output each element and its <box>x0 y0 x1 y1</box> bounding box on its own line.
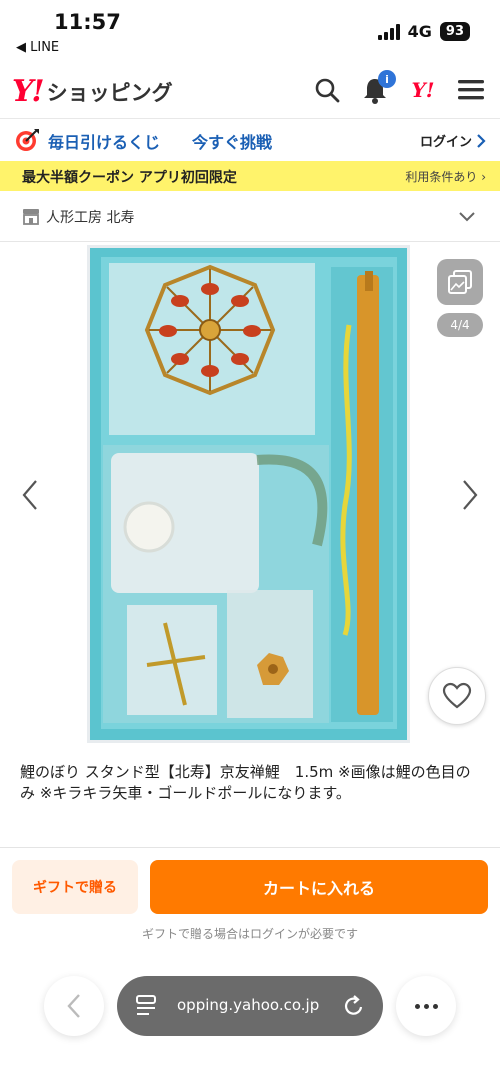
gift-login-note: ギフトで贈る場合はログインが必要です <box>141 927 358 941</box>
image-counter: 4/4 <box>437 313 483 337</box>
search-icon[interactable] <box>312 74 342 106</box>
product-image[interactable] <box>87 245 410 743</box>
status-indicators: 4G 93 <box>377 22 470 41</box>
chevron-left-icon <box>22 480 37 510</box>
tabs-icon[interactable] <box>135 994 157 1022</box>
logo-text: ショッピング <box>46 80 173 105</box>
yahoo-logo-icon[interactable]: Y! <box>408 74 438 106</box>
previous-image-button[interactable] <box>18 475 42 515</box>
dot <box>432 1003 438 1009</box>
bell-icon[interactable]: i <box>360 70 396 106</box>
dot <box>423 1003 429 1009</box>
yahoo-logo-mark: Y! <box>12 74 45 109</box>
favorite-button[interactable] <box>428 667 486 725</box>
header-icons: i Y! <box>312 70 486 106</box>
target-icon <box>14 128 40 156</box>
next-image-button[interactable] <box>458 475 482 515</box>
gift-button[interactable]: ギフトで贈る <box>12 860 138 914</box>
status-bar: 11:57 ◀ LINE 4G 93 <box>0 0 500 66</box>
reload-icon[interactable] <box>343 994 365 1022</box>
login-link[interactable]: ログイン <box>420 131 486 150</box>
browser-back-button[interactable] <box>44 976 104 1036</box>
menu-icon[interactable] <box>456 74 486 106</box>
chevron-left-icon <box>67 994 80 1018</box>
coupon-banner[interactable]: 最大半額クーポン アプリ初回限定 利用条件あり › <box>0 161 500 191</box>
coupon-text: 最大半額クーポン アプリ初回限定 <box>22 170 237 186</box>
chevron-right-icon <box>463 480 478 510</box>
coupon-terms-link[interactable]: 利用条件あり › <box>405 168 486 185</box>
chevron-down-icon <box>458 208 476 227</box>
notification-badge: i <box>378 70 396 88</box>
heart-icon <box>442 682 472 709</box>
add-to-cart-button[interactable]: カートに入れる <box>150 860 488 914</box>
lottery-banner[interactable]: 毎日引けるくじ 今すぐ挑戦 ログイン <box>0 118 500 160</box>
store-name: 人形工房 北寿 <box>46 210 135 226</box>
more-options-button[interactable] <box>396 976 456 1036</box>
app-header: Y! ショッピング i Y! <box>0 66 500 116</box>
divider <box>0 847 500 848</box>
signal-icon <box>377 23 400 40</box>
url-text: opping.yahoo.co.jp <box>177 996 320 1014</box>
network-type: 4G <box>407 22 432 41</box>
chevron-right-icon <box>477 133 486 148</box>
lottery-cta[interactable]: 今すぐ挑戦 <box>192 129 272 153</box>
back-to-line-link[interactable]: ◀ LINE <box>16 40 59 55</box>
product-title: 鯉のぼり スタンド型【北寿】京友禅鯉 1.5m ※画像は鯉の色目のみ ※キラキラ… <box>20 763 471 802</box>
dot <box>414 1003 420 1009</box>
store-icon <box>22 208 40 229</box>
battery-level: 93 <box>439 22 470 41</box>
address-bar[interactable]: opping.yahoo.co.jp <box>117 976 383 1036</box>
image-list-button[interactable] <box>437 259 483 305</box>
login-label: ログイン <box>419 135 472 150</box>
images-icon <box>448 270 472 294</box>
store-selector[interactable]: 人形工房 北寿 <box>0 192 500 242</box>
lottery-text: 毎日引けるくじ <box>48 133 161 152</box>
status-time: 11:57 <box>54 10 121 34</box>
product-gallery[interactable]: 4/4 <box>0 243 500 748</box>
yahoo-shopping-logo[interactable]: Y! ショッピング <box>12 74 173 109</box>
